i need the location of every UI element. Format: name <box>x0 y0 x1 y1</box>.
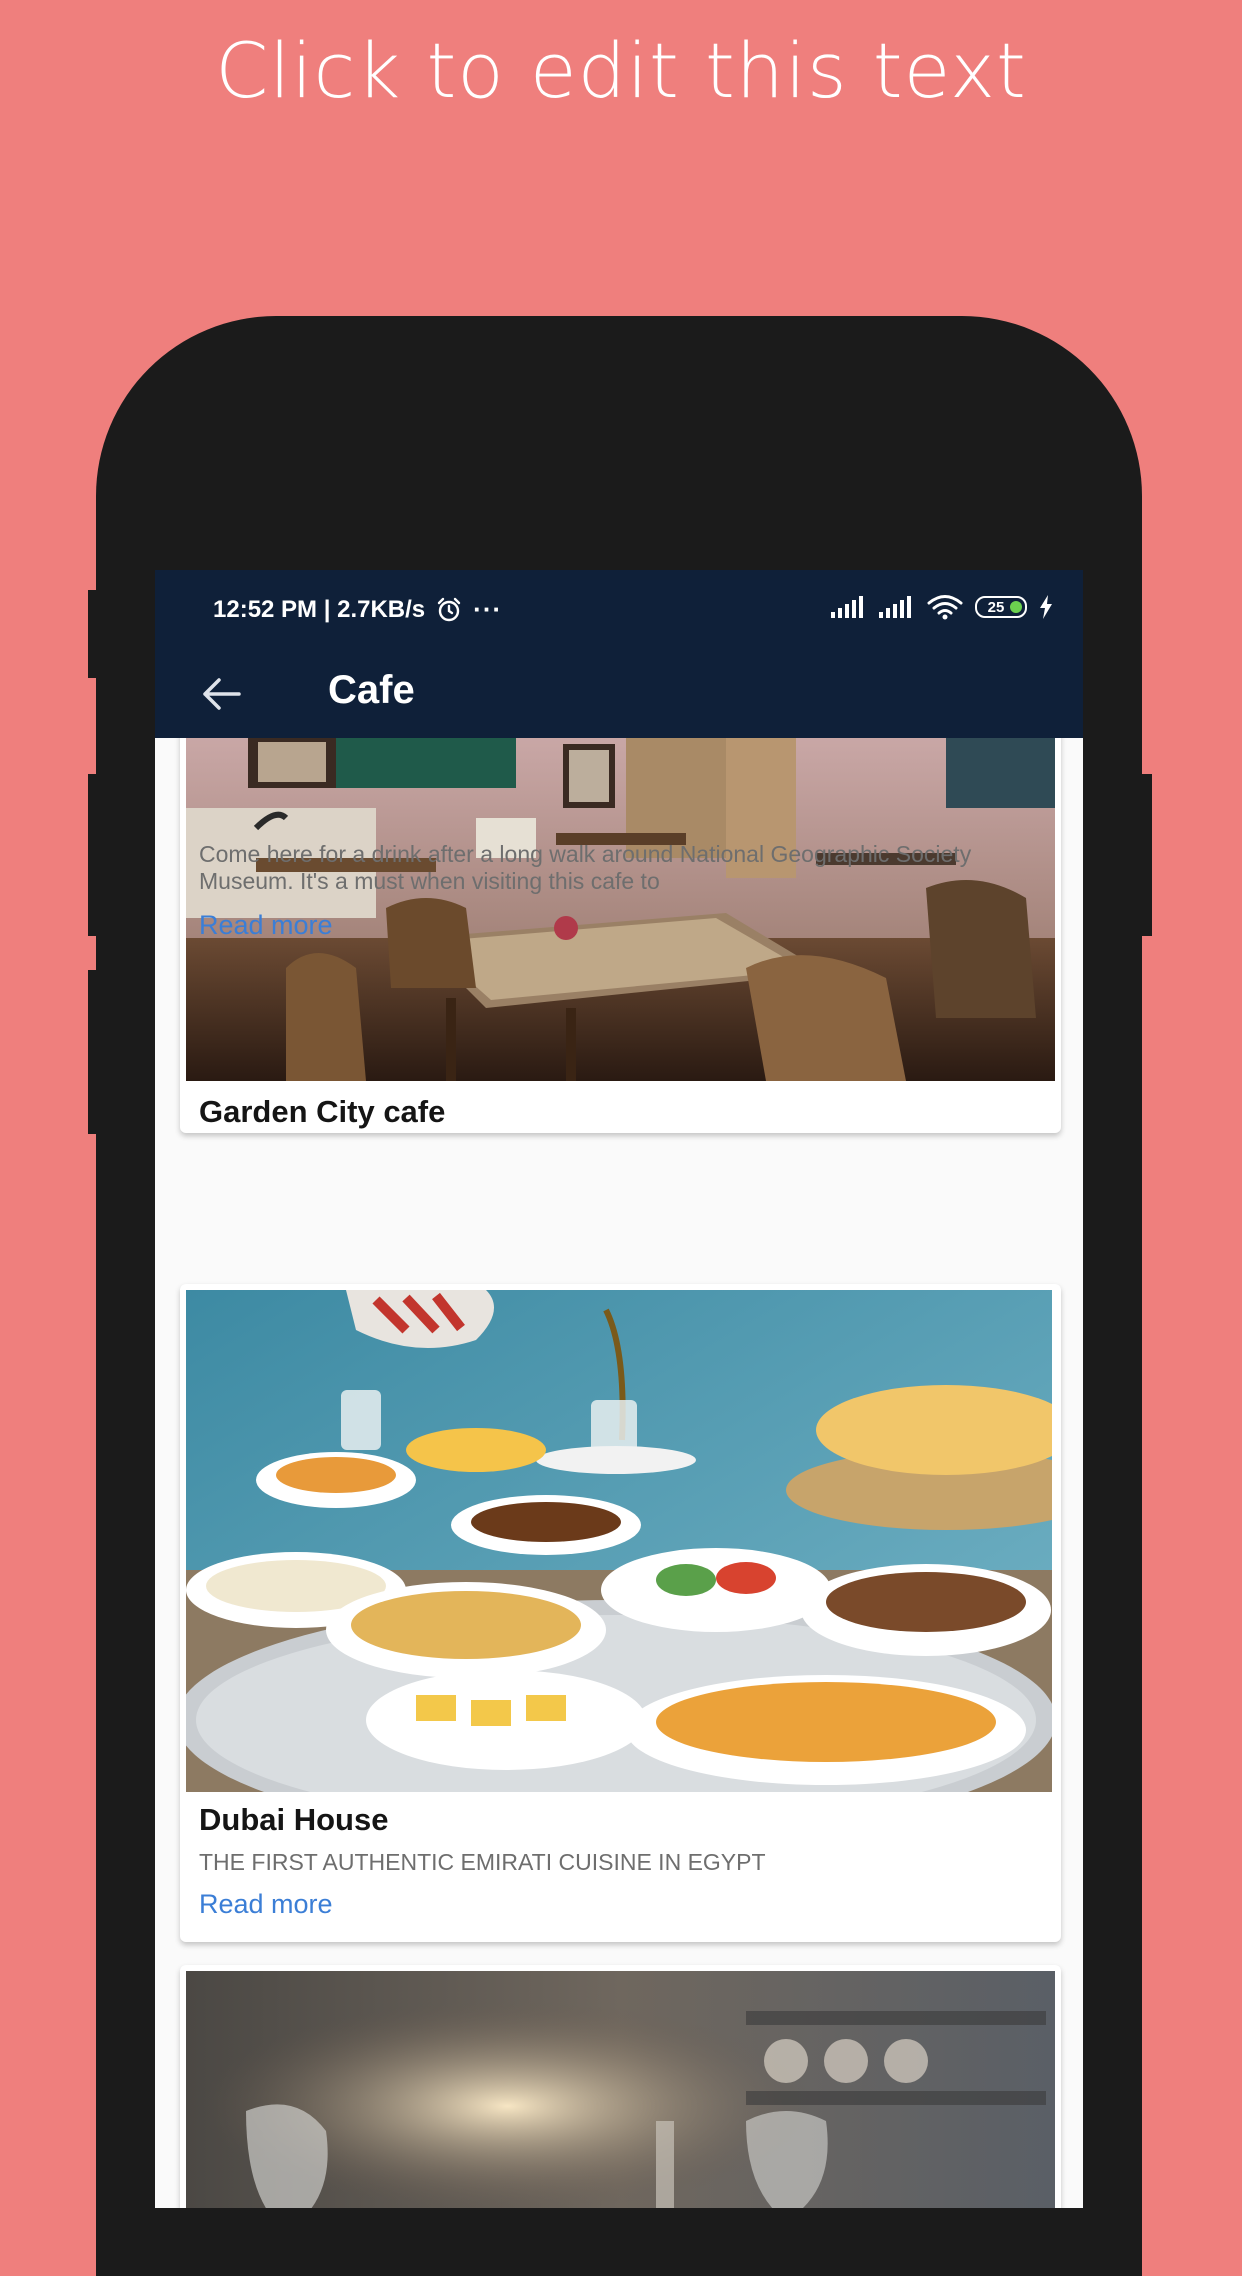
status-left: 12:52 PM | 2.7KB/s ··· <box>213 594 502 625</box>
page-title: Cafe <box>328 668 415 712</box>
status-time-speed: 12:52 PM | 2.7KB/s <box>213 595 426 623</box>
back-arrow-icon[interactable] <box>199 672 243 716</box>
promo-headline[interactable]: Click to edit this text <box>0 26 1242 115</box>
cafe-description: Come here for a drink after a long walk … <box>199 841 972 894</box>
cafe-image-third[interactable] <box>186 1971 1055 2208</box>
cafe-image-dubai-house[interactable] <box>186 1290 1052 1792</box>
cafe-card-dubai-house[interactable]: Dubai House THE FIRST AUTHENTIC EMIRATI … <box>180 1284 1061 1942</box>
cafe-description: THE FIRST AUTHENTIC EMIRATI CUISINE IN E… <box>199 1849 766 1875</box>
battery-fill <box>1010 601 1022 613</box>
cafe-list[interactable]: Garden City cafe Come here for a drink a… <box>155 738 1083 2208</box>
battery-level: 25 <box>987 598 1005 616</box>
status-more-icon: ··· <box>473 594 503 624</box>
signal-icon-2 <box>879 596 911 618</box>
cafe-title: Dubai House <box>199 1802 389 1837</box>
phone-power-button <box>1142 774 1152 936</box>
app-bar: Cafe <box>155 646 1083 738</box>
cafe-card-garden-city[interactable]: Garden City cafe Come here for a drink a… <box>180 738 1061 1133</box>
wifi-icon <box>927 595 963 620</box>
cafe-title: Garden City cafe <box>199 1094 446 1129</box>
read-more-link[interactable]: Read more <box>199 1889 333 1920</box>
read-more-link[interactable]: Read more <box>199 910 333 941</box>
phone-screen: 12:52 PM | 2.7KB/s ··· 25 Cafe Garden Ci… <box>155 570 1083 2208</box>
signal-icon <box>831 596 863 618</box>
cafe-card-third[interactable] <box>180 1965 1061 2208</box>
status-right: 25 <box>831 594 1053 620</box>
battery-icon: 25 <box>975 596 1027 618</box>
alarm-icon <box>437 597 461 621</box>
status-bar: 12:52 PM | 2.7KB/s ··· 25 <box>155 570 1083 646</box>
charging-icon <box>1040 595 1052 619</box>
